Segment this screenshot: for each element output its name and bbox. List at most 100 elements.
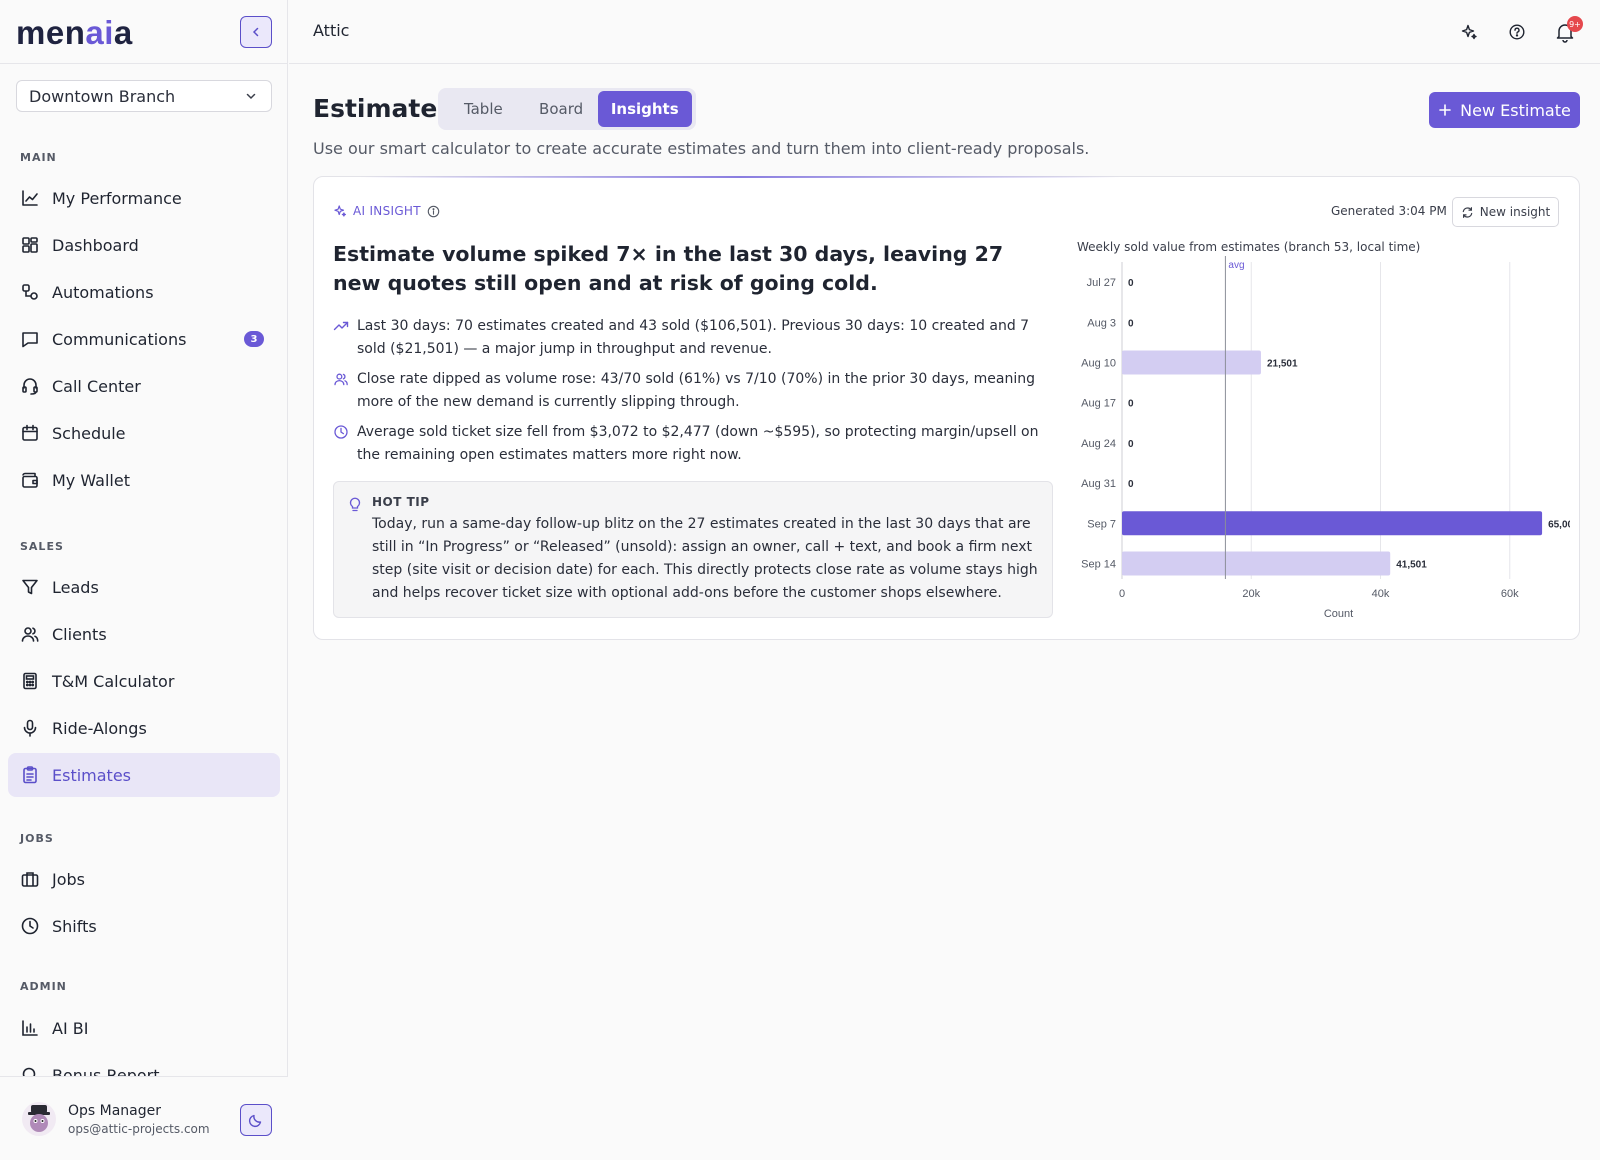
sidebar-item-clients[interactable]: Clients [8, 612, 280, 656]
sidebar-item-communications[interactable]: Communications 3 [8, 317, 280, 361]
theme-toggle-button[interactable] [240, 1104, 272, 1136]
insight-bullet: Average sold ticket size fell from $3,07… [333, 421, 1053, 467]
sidebar-item-shifts[interactable]: Shifts [8, 904, 280, 948]
chart-value-label: 0 [1128, 399, 1134, 410]
card-accent-line [360, 176, 1120, 178]
sidebar-item-label: Schedule [52, 423, 126, 443]
chart-title: Weekly sold value from estimates (branch… [1077, 240, 1421, 254]
message-icon [20, 329, 40, 349]
chart-line-icon [20, 188, 40, 208]
chart-value-label: 0 [1128, 479, 1134, 490]
chart-category-label: Aug 31 [1081, 478, 1116, 490]
chart-x-tick-label: 60k [1501, 588, 1519, 600]
chart-x-tick-label: 0 [1119, 588, 1125, 600]
insight-headline: Estimate volume spiked 7× in the last 30… [333, 242, 1004, 295]
sidebar: menaia Downtown Branch MAIN My Performan… [0, 0, 288, 1160]
notifications-button[interactable]: 9+ [1553, 16, 1583, 44]
sidebar-item-tm-calculator[interactable]: T&M Calculator [8, 659, 280, 703]
ai-sparkle-button[interactable] [1457, 20, 1481, 44]
sidebar-item-label: Clients [52, 624, 107, 644]
dashboard-icon [20, 235, 40, 255]
sidebar-item-schedule[interactable]: Schedule [8, 411, 280, 455]
help-circle-icon [1509, 24, 1525, 40]
chart-bar [1122, 511, 1543, 536]
new-insight-button[interactable]: New insight [1452, 197, 1559, 227]
section-label-main: MAIN [20, 151, 57, 164]
wallet-icon [20, 470, 40, 490]
logo-accent: ai [85, 14, 114, 51]
sidebar-item-ai-bi[interactable]: AI BI [8, 1006, 280, 1050]
view-tabs: Table Board Insights [438, 88, 696, 130]
sidebar-item-label: T&M Calculator [52, 671, 175, 691]
sidebar-item-label: My Performance [52, 188, 182, 208]
sidebar-item-automations[interactable]: Automations [8, 270, 280, 314]
chevron-down-icon [246, 93, 256, 100]
branch-select[interactable]: Downtown Branch [16, 80, 272, 112]
chart-x-tick-label: 40k [1372, 588, 1390, 600]
calculator-icon [20, 671, 40, 691]
chart-category-label: Aug 3 [1087, 317, 1116, 329]
sidebar-item-label: Leads [52, 577, 99, 597]
hot-tip-text: Today, run a same-day follow-up blitz on… [372, 516, 1038, 601]
tab-table[interactable]: Table [442, 91, 525, 127]
sidebar-item-call-center[interactable]: Call Center [8, 364, 280, 408]
chart-value-label: 0 [1128, 318, 1134, 329]
top-header: Attic 9+ [289, 0, 1600, 64]
weekly-sold-value-chart: Jul 27 0 Aug 3 0 Aug 10 21,501 Aug 17 0 Aug 24 0 A… [1081, 256, 1570, 620]
chart-value-label: 65,000 [1548, 519, 1570, 530]
user-name: Ops Manager [68, 1103, 162, 1119]
sidebar-item-jobs[interactable]: Jobs [8, 857, 280, 901]
ai-insight-label: AI INSIGHT [333, 204, 440, 218]
app-logo[interactable]: menaia [16, 14, 133, 52]
new-estimate-button[interactable]: New Estimate [1429, 92, 1580, 128]
info-icon[interactable] [427, 205, 440, 218]
tab-insights[interactable]: Insights [597, 91, 692, 127]
chart-x-tick-label: 20k [1242, 588, 1260, 600]
sidebar-item-my-performance[interactable]: My Performance [8, 176, 280, 220]
avatar[interactable] [22, 1102, 56, 1136]
section-label-sales: SALES [20, 540, 64, 553]
sidebar-item-dashboard[interactable]: Dashboard [8, 223, 280, 267]
filter-icon [20, 577, 40, 597]
chart-x-axis-label: Count [1324, 608, 1353, 620]
hot-tip-label: HOT TIP [372, 495, 430, 509]
sidebar-item-estimates[interactable]: Estimates [8, 753, 280, 797]
sidebar-item-leads[interactable]: Leads [8, 565, 280, 609]
chart-average-label: avg [1228, 260, 1244, 271]
sidebar-item-bonus-report[interactable]: Bonus Report [8, 1053, 280, 1076]
chevron-left-icon [252, 27, 259, 37]
sidebar-item-label: Jobs [52, 869, 85, 889]
help-button[interactable] [1505, 20, 1529, 44]
sidebar-item-my-wallet[interactable]: My Wallet [8, 458, 280, 502]
user-avatar-icon [28, 1105, 50, 1132]
logo-text-end: a [113, 14, 133, 51]
users-icon [20, 624, 40, 644]
chart-category-label: Jul 27 [1087, 277, 1116, 289]
sidebar-item-label: AI BI [52, 1018, 89, 1038]
moon-icon [248, 1114, 262, 1128]
ai-insight-label-text: AI INSIGHT [353, 204, 421, 218]
insight-bullet: Close rate dipped as volume rose: 43/70 … [333, 368, 1053, 414]
sparkle-icon [334, 205, 347, 217]
insight-bullet-text: Average sold ticket size fell from $3,07… [357, 424, 1039, 463]
briefcase-icon [20, 869, 40, 889]
page-subtitle: Use our smart calculator to create accur… [313, 139, 1090, 158]
chart-value-label: 0 [1128, 439, 1134, 450]
sidebar-item-label: Ride-Alongs [52, 718, 147, 738]
collapse-sidebar-button[interactable] [240, 16, 272, 48]
clock-icon [20, 916, 40, 936]
sparkle-icon [1461, 24, 1477, 40]
sidebar-item-label: Automations [52, 282, 154, 302]
generated-timestamp: Generated 3:04 PM [1331, 204, 1447, 218]
chart-value-label: 0 [1128, 278, 1134, 289]
automations-icon [20, 282, 40, 302]
sidebar-scroll-area: menaia Downtown Branch MAIN My Performan… [0, 0, 288, 1076]
tab-board[interactable]: Board [525, 91, 598, 127]
branch-select-value: Downtown Branch [29, 86, 176, 106]
sidebar-divider [0, 63, 288, 64]
microphone-icon [20, 718, 40, 738]
sidebar-item-label: Communications [52, 329, 187, 349]
sidebar-item-ride-alongs[interactable]: Ride-Alongs [8, 706, 280, 750]
plus-icon [1439, 104, 1451, 116]
chart-bar [1122, 551, 1391, 576]
